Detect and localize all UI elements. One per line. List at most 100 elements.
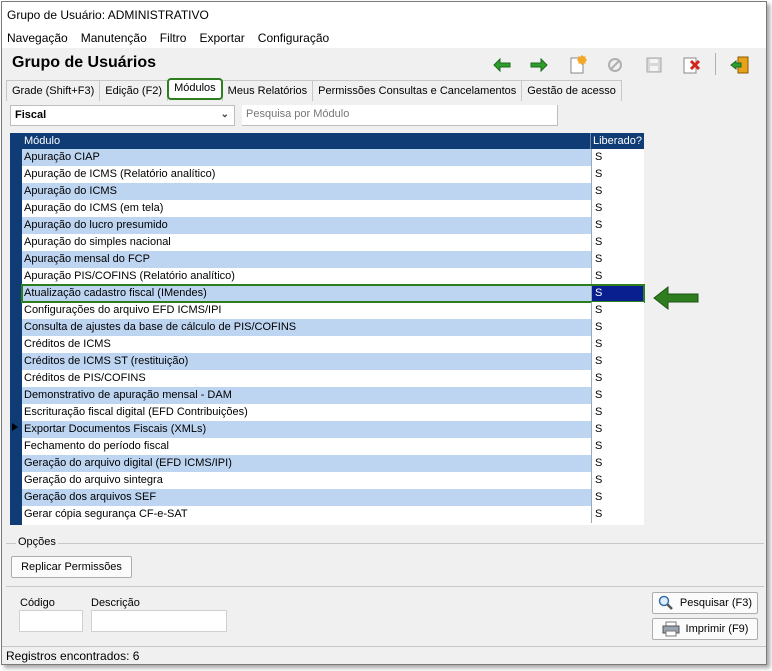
tab-edicao[interactable]: Edição (F2)	[99, 80, 169, 101]
cell-modulo[interactable]: Atualização cadastro fiscal (IMendes)	[22, 285, 591, 302]
cell-modulo[interactable]: Fechamento do período fiscal	[22, 438, 591, 455]
cell-modulo[interactable]: Créditos de ICMS	[22, 336, 591, 353]
cell-liberado[interactable]: S	[591, 200, 644, 217]
delete-icon[interactable]	[679, 53, 703, 77]
cell-liberado[interactable]: S	[591, 217, 644, 234]
module-search-input[interactable]: Pesquisa por Módulo	[242, 105, 558, 126]
cell-liberado[interactable]: S	[591, 438, 644, 455]
chevron-down-icon: ⌄	[220, 109, 229, 120]
table-row[interactable]: Apuração do lucro presumido S	[22, 217, 644, 234]
cell-modulo[interactable]: Demonstrativo de apuração mensal - DAM	[22, 387, 591, 404]
save-icon[interactable]	[642, 53, 666, 77]
cell-modulo[interactable]: Geração dos arquivos SEF	[22, 489, 591, 506]
cell-modulo[interactable]: Escrituração fiscal digital (EFD Contrib…	[22, 404, 591, 421]
cell-modulo[interactable]: Apuração de ICMS (Relatório analítico)	[22, 166, 591, 183]
table-row[interactable]: Fechamento do período fiscal S	[22, 438, 644, 455]
column-liberado[interactable]: Liberado?	[593, 135, 642, 147]
cell-liberado[interactable]: S	[591, 251, 644, 268]
magnifier-icon	[658, 595, 673, 610]
cell-modulo[interactable]: Apuração do lucro presumido	[22, 217, 591, 234]
menu-manutencao[interactable]: Manutenção	[81, 28, 147, 48]
print-button[interactable]: Imprimir (F9)	[652, 618, 758, 640]
table-row[interactable]: Geração dos arquivos SEF S	[22, 489, 644, 506]
description-field[interactable]	[91, 610, 227, 632]
cell-liberado[interactable]: S	[591, 285, 644, 302]
cell-liberado[interactable]: S	[591, 166, 644, 183]
cell-liberado[interactable]: S	[591, 302, 644, 319]
module-group-select[interactable]: Fiscal ⌄	[10, 105, 235, 126]
cancel-icon[interactable]	[603, 53, 627, 77]
table-row[interactable]: Créditos de ICMS ST (restituição) S	[22, 353, 644, 370]
cell-liberado[interactable]: S	[591, 268, 644, 285]
code-field[interactable]	[19, 610, 83, 632]
tab-gestao-acesso[interactable]: Gestão de acesso	[521, 80, 622, 101]
table-row[interactable]: Apuração do ICMS (em tela) S	[22, 200, 644, 217]
menu-exportar[interactable]: Exportar	[199, 28, 244, 48]
cell-modulo[interactable]: Apuração do simples nacional	[22, 234, 591, 251]
table-row[interactable]: Atualização cadastro fiscal (IMendes) S	[21, 284, 645, 303]
cell-liberado[interactable]: S	[591, 489, 644, 506]
page-title: Grupo de Usuários	[12, 54, 157, 71]
cell-modulo[interactable]: Créditos de PIS/COFINS	[22, 370, 591, 387]
cell-liberado[interactable]: S	[591, 353, 644, 370]
table-row[interactable]: Apuração de ICMS (Relatório analítico) S	[22, 166, 644, 183]
cell-modulo[interactable]: Apuração mensal do FCP	[22, 251, 591, 268]
options-legend: Opções	[16, 536, 58, 548]
cell-modulo[interactable]: Configurações do arquivo EFD ICMS/IPI	[22, 302, 591, 319]
table-row[interactable]: Configurações do arquivo EFD ICMS/IPI S	[22, 302, 644, 319]
table-row[interactable]: Apuração CIAP S	[22, 149, 644, 166]
new-record-icon[interactable]	[566, 53, 590, 77]
cell-modulo[interactable]: Gerar cópia segurança CF-e-SAT	[22, 506, 591, 523]
cell-modulo[interactable]: Geração do arquivo digital (EFD ICMS/IPI…	[22, 455, 591, 472]
forward-arrow-icon[interactable]	[527, 53, 551, 77]
exit-icon[interactable]	[728, 53, 752, 77]
table-row[interactable]: Créditos de PIS/COFINS S	[22, 370, 644, 387]
cell-liberado[interactable]: S	[591, 336, 644, 353]
table-row[interactable]: Geração do arquivo digital (EFD ICMS/IPI…	[22, 455, 644, 472]
column-modulo[interactable]: Módulo	[24, 135, 60, 147]
tab-meus-relatorios[interactable]: Meus Relatórios	[221, 80, 314, 101]
table-row[interactable]: Apuração PIS/COFINS (Relatório analítico…	[22, 268, 644, 285]
menu-configuracao[interactable]: Configuração	[258, 28, 329, 48]
cell-modulo[interactable]: Apuração PIS/COFINS (Relatório analítico…	[22, 268, 591, 285]
table-row[interactable]: Apuração do ICMS S	[22, 183, 644, 200]
back-arrow-icon[interactable]	[490, 53, 514, 77]
search-button[interactable]: Pesquisar (F3)	[652, 592, 758, 614]
table-row[interactable]: Geração do arquivo sintegra S	[22, 472, 644, 489]
cell-liberado[interactable]: S	[591, 404, 644, 421]
cell-modulo[interactable]: Consulta de ajustes da base de cálculo d…	[22, 319, 591, 336]
cell-modulo[interactable]: Apuração do ICMS	[22, 183, 591, 200]
table-row[interactable]: Gerar cópia segurança CF-e-SAT S	[22, 506, 644, 523]
table-row[interactable]: Créditos de ICMS S	[22, 336, 644, 353]
cell-modulo[interactable]: Geração do arquivo sintegra	[22, 472, 591, 489]
cell-modulo[interactable]: Apuração CIAP	[22, 149, 591, 166]
table-row[interactable]: Apuração mensal do FCP S	[22, 251, 644, 268]
menu-filtro[interactable]: Filtro	[160, 28, 187, 48]
cell-liberado[interactable]: S	[591, 506, 644, 523]
replicate-permissions-button[interactable]: Replicar Permissões	[11, 556, 132, 578]
cell-modulo[interactable]: Exportar Documentos Fiscais (XMLs)	[22, 421, 591, 438]
cell-liberado[interactable]: S	[591, 370, 644, 387]
cell-modulo[interactable]: Créditos de ICMS ST (restituição)	[22, 353, 591, 370]
description-label: Descrição	[91, 597, 140, 609]
cell-liberado[interactable]: S	[591, 455, 644, 472]
cell-liberado[interactable]: S	[591, 319, 644, 336]
cell-liberado[interactable]: S	[591, 421, 644, 438]
cell-liberado[interactable]: S	[591, 234, 644, 251]
cell-liberado[interactable]: S	[591, 149, 644, 166]
cell-liberado[interactable]: S	[591, 387, 644, 404]
tab-permissoes[interactable]: Permissões Consultas e Cancelamentos	[312, 80, 523, 101]
tab-modulos[interactable]: Módulos	[167, 78, 223, 100]
toolbar-separator	[715, 53, 716, 75]
table-row[interactable]: Apuração do simples nacional S	[22, 234, 644, 251]
cell-liberado[interactable]: S	[591, 472, 644, 489]
table-row[interactable]: Demonstrativo de apuração mensal - DAM S	[22, 387, 644, 404]
cell-modulo[interactable]: Apuração do ICMS (em tela)	[22, 200, 591, 217]
table-row[interactable]: Escrituração fiscal digital (EFD Contrib…	[22, 404, 644, 421]
cell-liberado[interactable]: S	[591, 183, 644, 200]
table-row[interactable]: Consulta de ajustes da base de cálculo d…	[22, 319, 644, 336]
row-indicator-column	[10, 149, 22, 525]
table-row[interactable]: Exportar Documentos Fiscais (XMLs) S	[22, 421, 644, 438]
menu-navegacao[interactable]: Navegação	[7, 28, 68, 48]
tab-grade[interactable]: Grade (Shift+F3)	[6, 80, 101, 101]
